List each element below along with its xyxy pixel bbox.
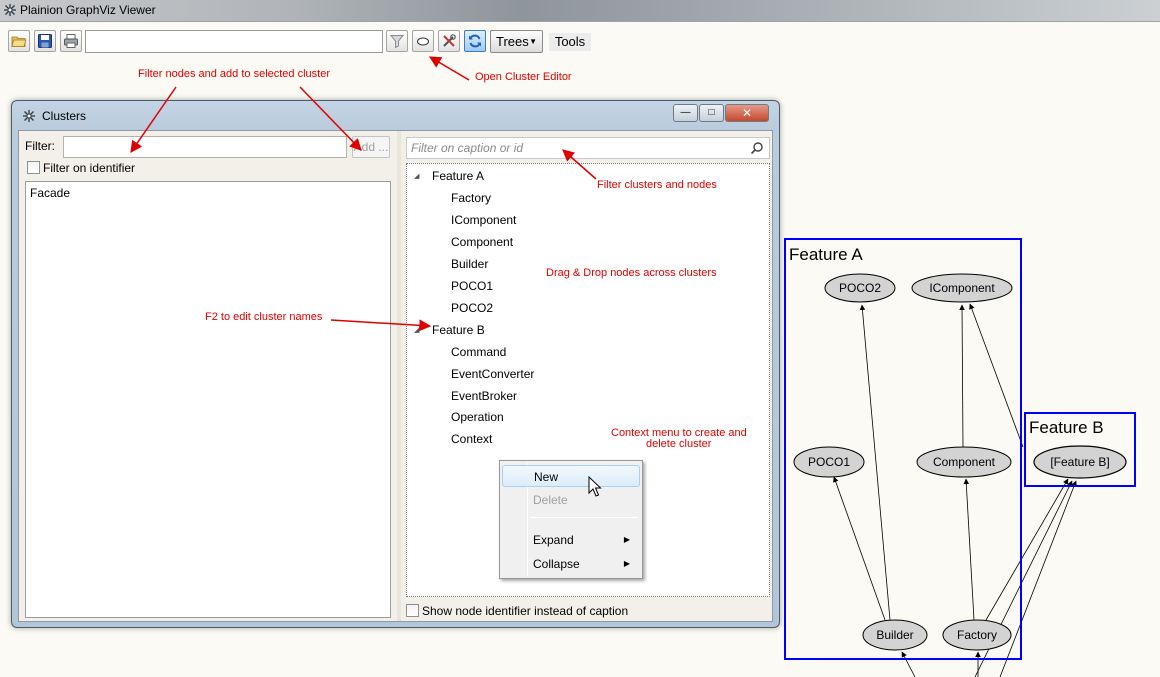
filter-on-identifier-checkbox[interactable] (27, 161, 40, 174)
expand-arrow-icon[interactable]: ◢ (414, 172, 419, 180)
filter-label: Filter: (25, 139, 55, 153)
graph-node-component[interactable]: Component (916, 446, 1012, 478)
tree-cluster-feature-a[interactable]: Feature A (432, 169, 484, 183)
close-icon: ✕ (741, 106, 753, 120)
menu-item-new[interactable]: New (502, 465, 640, 487)
annotation-filter-nodes: Filter nodes and add to selected cluster (138, 68, 331, 80)
annotation-drag-drop: Drag & Drop nodes across clusters (546, 267, 717, 279)
graph-node-label: Builder (876, 628, 913, 642)
menu-item-label: Collapse (533, 557, 580, 571)
close-button[interactable]: ✕ (725, 104, 769, 122)
expand-arrow-icon[interactable]: ◢ (414, 326, 419, 334)
annotation-filter-clusters: Filter clusters and nodes (597, 179, 717, 191)
tree-node[interactable]: Operation (451, 410, 504, 424)
tree-node[interactable]: EventConverter (451, 367, 534, 381)
list-item[interactable]: Facade (30, 186, 70, 200)
graph-node-builder[interactable]: Builder (862, 619, 928, 651)
graph-node-poco1[interactable]: POCO1 (793, 446, 865, 478)
cluster-label-feature-a: Feature A (789, 245, 863, 264)
tree-filter-input[interactable]: Filter on caption or id (406, 137, 770, 159)
tree-node[interactable]: Command (451, 345, 506, 359)
tree-node[interactable]: Factory (451, 191, 491, 205)
tree-node[interactable]: POCO2 (451, 301, 493, 315)
tree-node[interactable]: Component (451, 235, 513, 249)
menu-item-label: Expand (533, 533, 574, 547)
tree-node[interactable]: EventBroker (451, 389, 517, 403)
graph-node-label: POCO1 (808, 455, 850, 469)
graph-node-label: IComponent (929, 281, 995, 295)
graph-node-label: [Feature B] (1050, 455, 1109, 469)
maximize-icon: □ (708, 107, 715, 118)
tree-node[interactable]: Builder (451, 257, 488, 271)
graph-node-label: Component (933, 455, 996, 469)
graph-node-icomponent[interactable]: IComponent (911, 273, 1013, 303)
node-filter-input[interactable] (63, 136, 347, 158)
show-identifier-label: Show node identifier instead of caption (422, 604, 629, 618)
menu-item-expand[interactable]: Expand ▶ (502, 529, 640, 551)
tree-cluster-feature-b[interactable]: Feature B (432, 323, 485, 337)
show-identifier-checkbox[interactable] (406, 604, 419, 617)
graph-node-poco2[interactable]: POCO2 (824, 273, 896, 303)
menu-item-collapse[interactable]: Collapse ▶ (502, 553, 640, 575)
clusters-window-title: Clusters (42, 109, 87, 123)
menu-item-delete[interactable]: Delete (502, 489, 640, 511)
tree-filter-placeholder: Filter on caption or id (411, 141, 524, 155)
graph-node-feature-b[interactable]: [Feature B] (1033, 445, 1127, 479)
graph-node-label: POCO2 (839, 281, 881, 295)
tree-node[interactable]: IComponent (451, 213, 516, 227)
graph-edges (833, 303, 1077, 677)
minimize-button[interactable]: — (673, 104, 698, 122)
minimize-icon: — (680, 107, 691, 118)
graph-node-label: Factory (957, 628, 997, 642)
submenu-arrow-icon: ▶ (623, 535, 630, 544)
app-logo-icon (23, 110, 35, 122)
filter-on-identifier-label: Filter on identifier (43, 161, 136, 175)
mouse-cursor-icon (588, 476, 602, 497)
annotation-open-cluster-editor: Open Cluster Editor (475, 71, 572, 83)
menu-separator (530, 517, 638, 518)
add-button[interactable]: Add ... (352, 136, 390, 158)
tree-node[interactable]: POCO1 (451, 279, 493, 293)
tree-node[interactable]: Context (451, 432, 492, 446)
panel-splitter[interactable] (397, 131, 401, 621)
annotation-context-menu-line2: delete cluster (646, 438, 712, 450)
cluster-label-feature-b: Feature B (1029, 418, 1104, 437)
annotation-f2-edit: F2 to edit cluster names (205, 311, 323, 323)
node-list[interactable]: Facade (25, 181, 391, 618)
maximize-button[interactable]: □ (699, 104, 724, 122)
submenu-arrow-icon: ▶ (623, 559, 630, 568)
search-icon (750, 142, 763, 155)
graph-node-factory[interactable]: Factory (942, 619, 1012, 651)
context-menu: New Delete Expand ▶ Collapse ▶ (499, 460, 643, 579)
clusters-client-area: Filter: Add ... Filter on identifier Fac… (18, 130, 773, 622)
